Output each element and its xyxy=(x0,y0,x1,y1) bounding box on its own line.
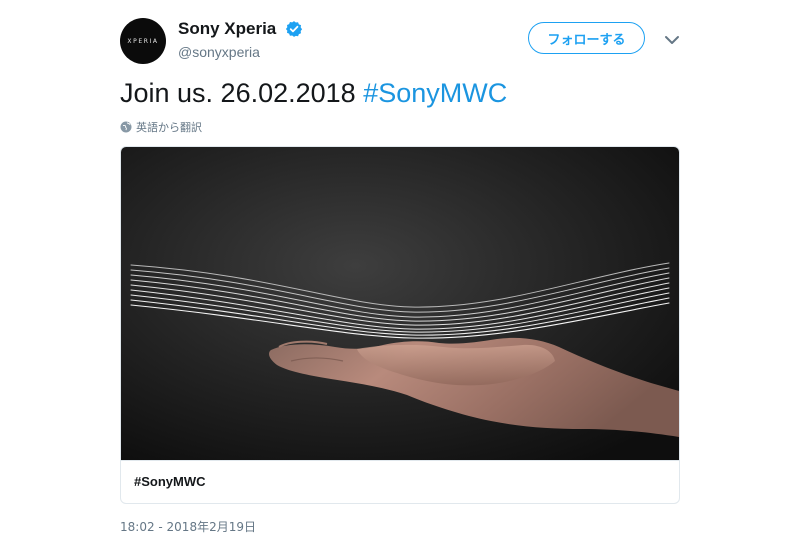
globe-icon xyxy=(120,121,132,133)
verified-badge-icon xyxy=(285,21,303,37)
username[interactable]: @sonyxperia xyxy=(178,44,260,60)
chevron-down-icon[interactable] xyxy=(664,34,680,46)
tweet-text: Join us. 26.02.2018 #SonyMWC xyxy=(120,75,507,111)
avatar[interactable]: XPERIA xyxy=(120,18,166,64)
card-divider xyxy=(121,460,679,461)
translate-label: 英語から翻訳 xyxy=(136,121,202,134)
tweet-text-body: Join us. 26.02.2018 xyxy=(120,78,364,108)
tweet: XPERIA Sony Xperia @sonyxperia フォローする Jo… xyxy=(0,0,800,540)
follow-button[interactable]: フォローする xyxy=(528,22,645,54)
hashtag-link[interactable]: #SonyMWC xyxy=(363,78,507,108)
timestamp[interactable]: 18:02 - 2018年2月19日 xyxy=(120,518,256,535)
card-image xyxy=(121,147,679,460)
translate-link[interactable]: 英語から翻訳 xyxy=(120,119,202,135)
media-card[interactable]: #SonyMWC xyxy=(120,146,680,504)
avatar-logo-text: XPERIA xyxy=(127,37,159,45)
card-title: #SonyMWC xyxy=(134,474,206,489)
display-name[interactable]: Sony Xperia xyxy=(178,19,276,39)
